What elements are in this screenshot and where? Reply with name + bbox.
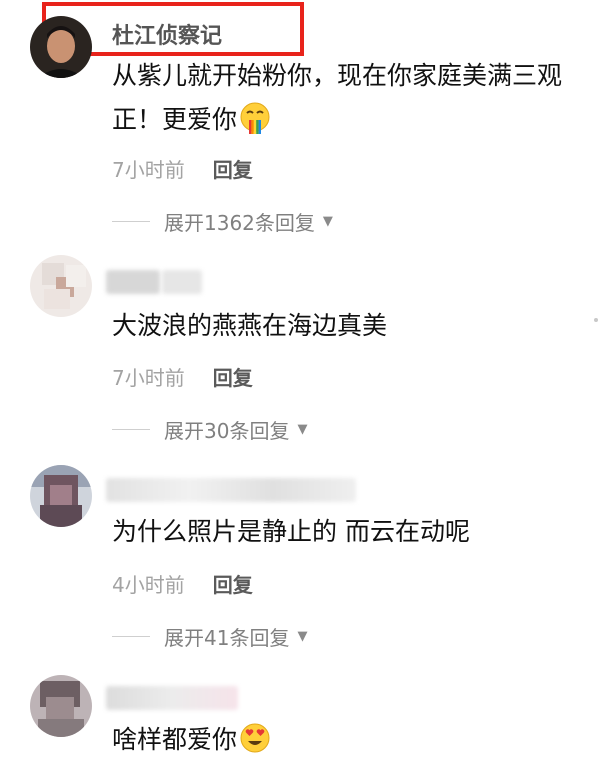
username-blurred[interactable] bbox=[162, 270, 202, 294]
scroll-indicator bbox=[594, 318, 598, 322]
comment-text: 大波浪的燕燕在海边真美 bbox=[112, 311, 388, 340]
caret-down-icon: ▼ bbox=[297, 629, 308, 644]
avatar-blurred bbox=[30, 675, 92, 737]
comment-text: 为什么照片是静止的 而云在动呢 bbox=[112, 517, 470, 546]
heart-eyes-face-icon bbox=[239, 722, 271, 768]
avatar-photo bbox=[30, 16, 92, 78]
avatar-blurred bbox=[30, 255, 92, 317]
avatar[interactable] bbox=[30, 465, 92, 527]
comment-text: 啥样都爱你 bbox=[112, 718, 582, 768]
comment-meta: 7小时前 回复 bbox=[112, 154, 253, 183]
comment-meta: 7小时前 回复 bbox=[112, 362, 253, 391]
reply-button[interactable]: 回复 bbox=[213, 366, 253, 390]
expand-replies-button[interactable]: 展开41条回复 ▼ bbox=[112, 622, 307, 651]
username[interactable]: 杜江侦察记 bbox=[112, 18, 222, 50]
comment-time: 7小时前 bbox=[112, 158, 185, 182]
avatar[interactable] bbox=[30, 16, 92, 78]
reply-button[interactable]: 回复 bbox=[213, 158, 253, 182]
username-blurred[interactable] bbox=[106, 478, 356, 502]
username-blurred[interactable] bbox=[106, 270, 160, 294]
caret-down-icon: ▼ bbox=[297, 422, 308, 437]
comment-time: 7小时前 bbox=[112, 366, 185, 390]
avatar[interactable] bbox=[30, 675, 92, 737]
comment-meta: 4小时前 回复 bbox=[112, 569, 253, 598]
divider-line bbox=[112, 636, 150, 637]
expand-replies-button[interactable]: 展开1362条回复 ▼ bbox=[112, 207, 333, 236]
avatar-blurred bbox=[30, 465, 92, 527]
divider-line bbox=[112, 429, 150, 430]
reply-button[interactable]: 回复 bbox=[213, 573, 253, 597]
expand-replies-label: 展开1362条回复 bbox=[164, 211, 315, 235]
rainbow-vomit-face-icon bbox=[239, 102, 271, 148]
avatar[interactable] bbox=[30, 255, 92, 317]
username-blurred[interactable] bbox=[106, 686, 238, 710]
expand-replies-button[interactable]: 展开30条回复 ▼ bbox=[112, 415, 307, 444]
divider-line bbox=[112, 221, 150, 222]
comment-text: 从紫儿就开始粉你，现在你家庭美满三观正！更爱你 bbox=[112, 54, 582, 148]
expand-replies-label: 展开41条回复 bbox=[164, 626, 290, 650]
expand-replies-label: 展开30条回复 bbox=[164, 419, 290, 443]
caret-down-icon: ▼ bbox=[322, 214, 333, 229]
comment-time: 4小时前 bbox=[112, 573, 185, 597]
